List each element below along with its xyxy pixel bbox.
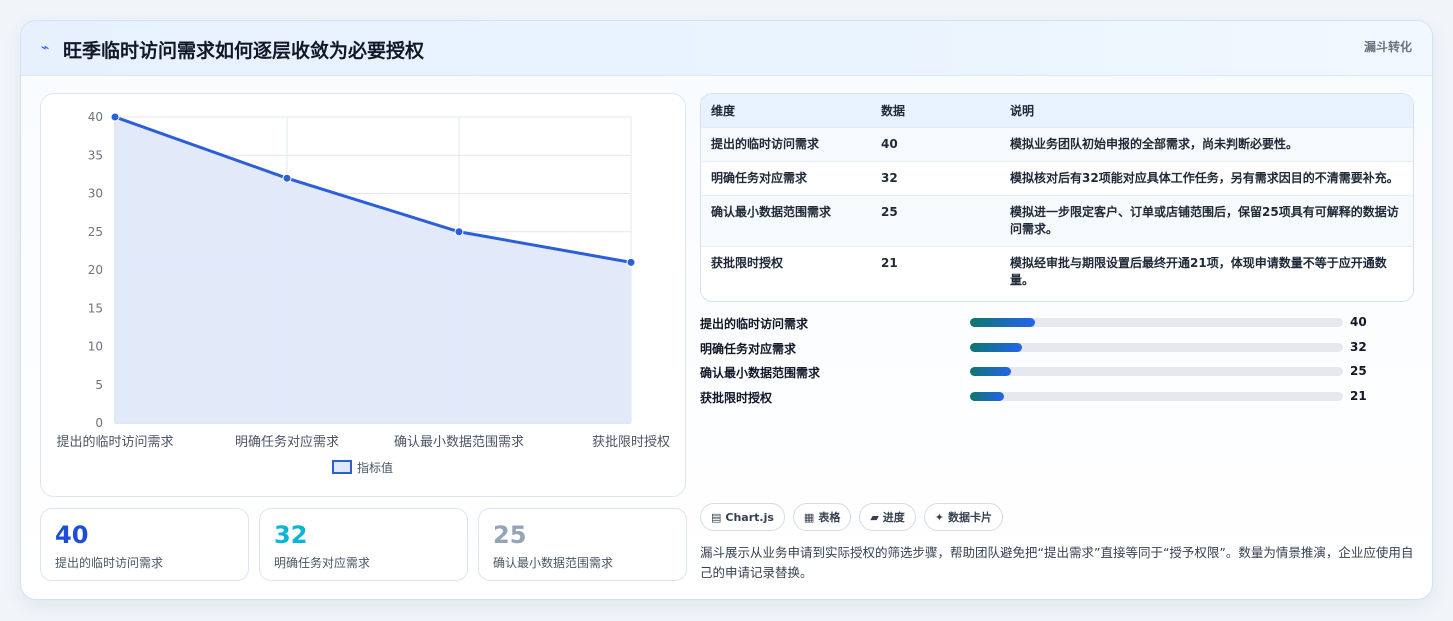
stat-value: 25 — [493, 521, 527, 549]
progress-row: 获批限时授权 21 — [700, 389, 1414, 414]
column-header-dimension: 维度 — [711, 103, 736, 118]
progress-fill — [970, 392, 1005, 402]
stat-card-task-matched: 32 明确任务对应需求 — [259, 508, 468, 581]
y-tick-label: 30 — [88, 187, 103, 201]
cell-description: 模拟业务团队初始申报的全部需求，尚未判断必要性。 — [1000, 126, 1413, 161]
chip-label: 表格 — [818, 511, 841, 524]
progress-label: 明确任务对应需求 — [700, 341, 797, 356]
cell-dimension: 明确任务对应需求 — [701, 160, 871, 195]
table-header-row: 维度 数据 说明 — [701, 94, 1413, 127]
progress-track — [970, 342, 1343, 352]
cell-value: 32 — [871, 160, 1000, 195]
y-tick-label: 15 — [88, 301, 103, 315]
progress-track — [970, 318, 1343, 327]
cell-description: 模拟经审批与期限设置后最终开通21项，体现申请数量不等于应开通数量。 — [1000, 245, 1413, 297]
cell-description: 模拟核对后有32项能对应具体工作任务，另有需求因目的不清需要补充。 — [1000, 160, 1413, 195]
legend-label: 指标值 — [357, 460, 393, 475]
legend-swatch — [332, 460, 352, 474]
dashboard-card: ⌁ 旺季临时访问需求如何逐层收敛为必要授权 漏斗转化 0 5 10 15 20 25 30 3… — [20, 20, 1433, 600]
chip-table[interactable]: ▦ 表格 — [792, 503, 852, 531]
line-chart-panel: 0 5 10 15 20 25 30 35 40 提出的临时访问需求 明确任务对应需求 确认最小数据范… — [40, 93, 686, 497]
sparkle-icon: ✦ — [934, 510, 945, 524]
cell-value: 21 — [871, 245, 1000, 297]
progress-icon: ▰ — [870, 510, 879, 524]
progress-row: 提出的临时访问需求 40 — [700, 315, 1414, 340]
cell-dimension: 确认最小数据范围需求 — [701, 194, 871, 246]
line-chart: 0 5 10 15 20 25 30 35 40 提出的临时访问需求 明确任务对应需求 确认最小数据范… — [56, 110, 670, 475]
y-tick-label: 25 — [88, 225, 103, 239]
cell-value: 25 — [871, 194, 1000, 246]
table-icon: ▦ — [803, 510, 815, 524]
table-row: 明确任务对应需求 32 模拟核对后有32项能对应具体工作任务，另有需求因目的不清… — [701, 160, 1413, 195]
cell-description: 模拟进一步限定客户、订单或店铺范围后，保留25项具有可解释的数据访问需求。 — [1000, 194, 1413, 246]
stat-value: 40 — [55, 521, 89, 549]
progress-track — [970, 367, 1343, 377]
data-table: 维度 数据 说明 提出的临时访问需求 40 模拟业务团队初始申报的全部需求，尚未… — [700, 93, 1414, 302]
progress-label: 确认最小数据范围需求 — [700, 366, 821, 381]
data-point — [626, 257, 636, 267]
table-row: 获批限时授权 21 模拟经审批与期限设置后最终开通21项，体现申请数量不等于应开… — [701, 245, 1413, 297]
card-header: ⌁ 旺季临时访问需求如何逐层收敛为必要授权 漏斗转化 — [21, 21, 1432, 76]
stat-card-requested: 40 提出的临时访问需求 — [40, 508, 249, 581]
progress-value: 32 — [1350, 339, 1367, 354]
x-tick-label: 获批限时授权 — [592, 434, 670, 450]
cell-dimension: 获批限时授权 — [701, 245, 871, 297]
progress-track — [970, 392, 1343, 402]
series-area — [115, 117, 631, 423]
chip-data-card[interactable]: ✦ 数据卡片 — [923, 503, 1004, 531]
stat-label: 明确任务对应需求 — [274, 556, 371, 570]
progress-label: 获批限时授权 — [700, 391, 773, 406]
x-tick-label: 提出的临时访问需求 — [56, 434, 173, 450]
progress-fill — [970, 367, 1011, 377]
chip-chartjs[interactable]: ▤ Chart.js — [700, 503, 785, 531]
progress-value: 25 — [1350, 364, 1367, 379]
data-point — [110, 112, 120, 122]
progress-label: 提出的临时访问需求 — [700, 317, 809, 331]
table-row: 提出的临时访问需求 40 模拟业务团队初始申报的全部需求，尚未判断必要性。 — [701, 126, 1413, 161]
chart-type-tag: 漏斗转化 — [1363, 40, 1412, 54]
x-tick-label: 明确任务对应需求 — [235, 434, 339, 450]
chip-progress[interactable]: ▰ 进度 — [859, 503, 916, 531]
y-tick-label: 10 — [88, 340, 103, 354]
lightning-icon: ⌁ — [41, 40, 50, 56]
data-point — [454, 227, 464, 237]
progress-list: 提出的临时访问需求 40 明确任务对应需求 32 确认最小数据范围需求 25 获… — [700, 315, 1414, 414]
column-header-description: 说明 — [1010, 103, 1035, 118]
y-tick-label: 40 — [88, 110, 103, 124]
progress-value: 40 — [1350, 315, 1367, 329]
progress-row: 确认最小数据范围需求 25 — [700, 364, 1414, 389]
y-tick-label: 20 — [88, 263, 103, 277]
data-point — [282, 173, 292, 183]
footnote: 漏斗展示从业务申请到实际授权的筛选步骤，帮助团队避免把“提出需求”直接等同于“授… — [700, 545, 1414, 580]
y-tick-label: 35 — [88, 148, 103, 162]
progress-fill — [970, 342, 1023, 352]
chip-label: 数据卡片 — [948, 511, 993, 524]
chip-label: Chart.js — [725, 510, 774, 524]
progress-value: 21 — [1350, 389, 1367, 404]
stat-value: 32 — [274, 521, 308, 549]
stat-card-min-scope: 25 确认最小数据范围需求 — [478, 508, 687, 581]
table-row: 确认最小数据范围需求 25 模拟进一步限定客户、订单或店铺范围后，保留25项具有… — [701, 194, 1413, 246]
stat-label: 确认最小数据范围需求 — [493, 556, 614, 570]
y-tick-label: 0 — [95, 416, 103, 430]
x-tick-label: 确认最小数据范围需求 — [394, 435, 524, 450]
cell-value: 40 — [871, 126, 1000, 161]
page-title: 旺季临时访问需求如何逐层收敛为必要授权 — [63, 40, 425, 62]
progress-row: 明确任务对应需求 32 — [700, 340, 1414, 365]
feature-chips: ▤ Chart.js ▦ 表格 ▰ 进度 ✦ 数据卡片 — [700, 503, 1004, 531]
chart-icon: ▤ — [711, 510, 722, 524]
stat-label: 提出的临时访问需求 — [55, 556, 164, 570]
chip-label: 进度 — [882, 511, 905, 524]
y-tick-label: 5 — [95, 378, 103, 392]
progress-fill — [970, 318, 1036, 327]
column-header-value: 数据 — [881, 103, 906, 118]
cell-dimension: 提出的临时访问需求 — [701, 126, 871, 161]
